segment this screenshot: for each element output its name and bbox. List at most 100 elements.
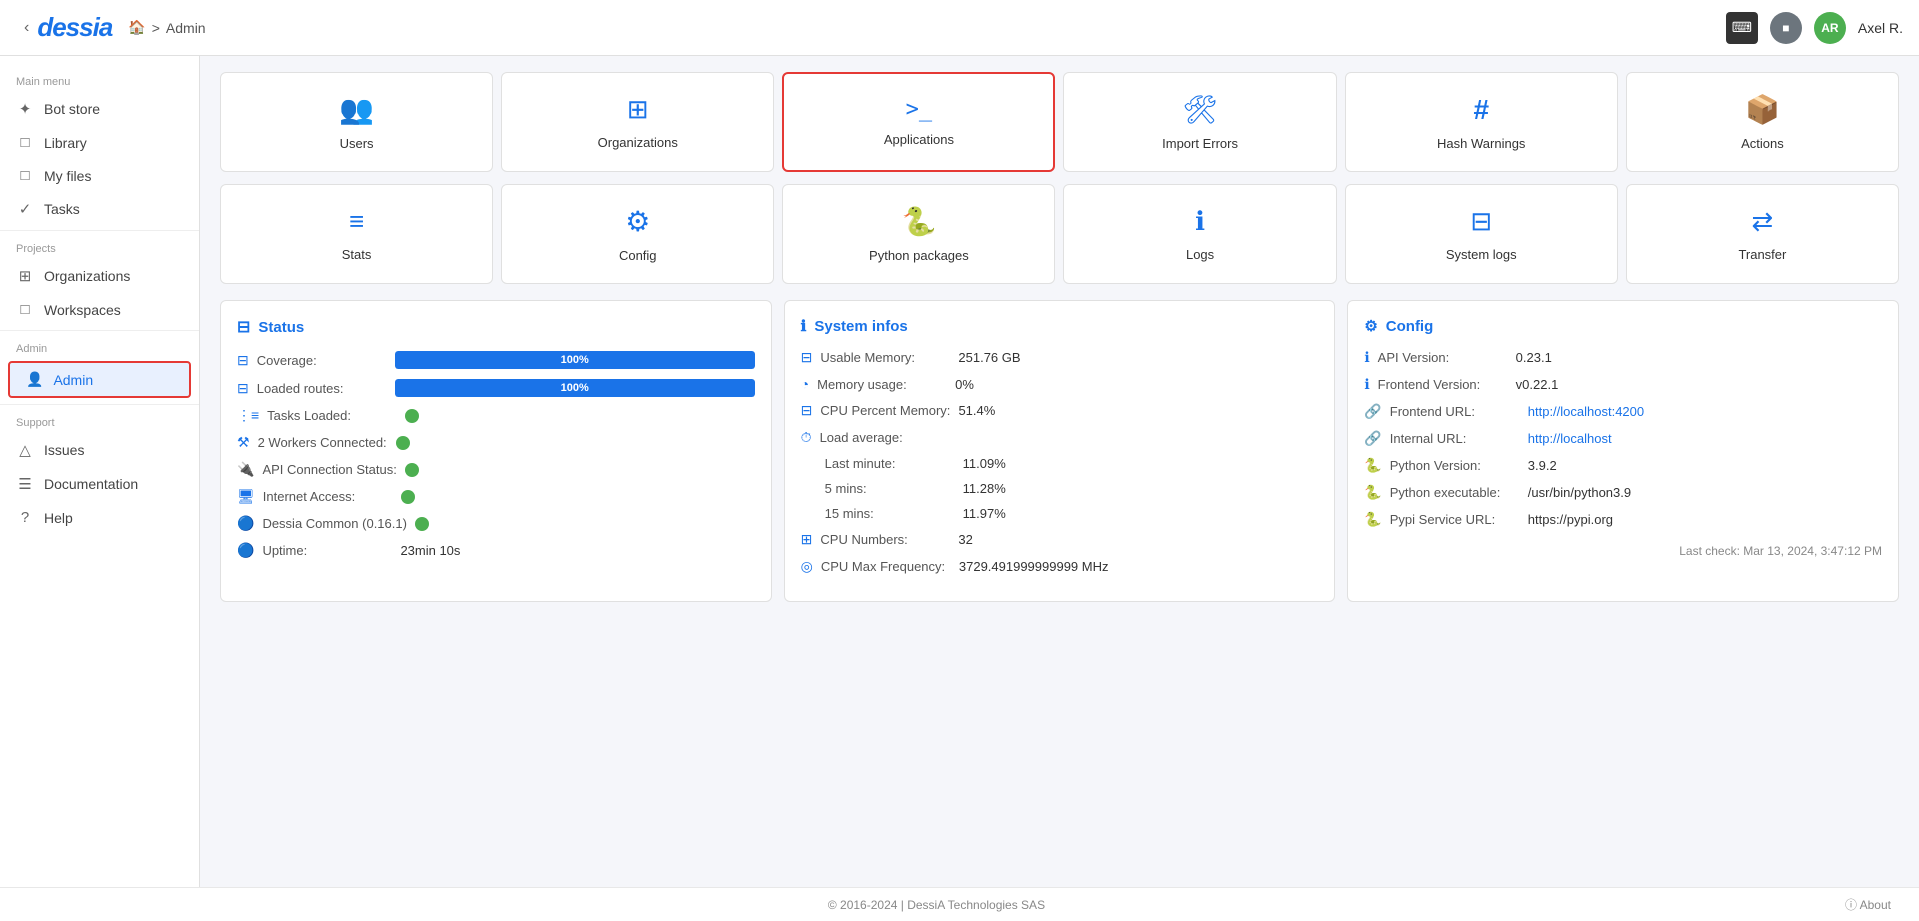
status-loaded-routes-row: ⊟ Loaded routes: 100% (237, 379, 755, 397)
coverage-fill: 100% (395, 351, 755, 369)
load-15min-row: 15 mins: 11.97% (801, 506, 1319, 521)
sidebar-item-help[interactable]: ? Help (0, 501, 199, 534)
cpu-percent-value: 51.4% (958, 403, 995, 418)
status-internet-row: 🖥 Internet Access: (237, 488, 755, 505)
card-hash-warnings[interactable]: # Hash Warnings (1345, 72, 1618, 172)
sidebar-item-library[interactable]: □ Library (0, 126, 199, 159)
sidebar-item-tasks[interactable]: ✓ Tasks (0, 192, 199, 226)
sidebar-item-my-files[interactable]: □ My files (0, 159, 199, 192)
memory-usage-icon: ◔ (801, 376, 809, 392)
card-logs[interactable]: ℹ Logs (1063, 184, 1336, 284)
sidebar-item-organizations[interactable]: ⊞ Organizations (0, 259, 199, 293)
cards-row2: ≡ Stats ⚙ Config 🐍 Python packages ℹ Log… (220, 184, 1899, 284)
cpu-percent-row: ⊟ CPU Percent Memory: 51.4% (801, 402, 1319, 419)
last-check: Last check: Mar 13, 2024, 3:47:12 PM (1364, 544, 1882, 558)
status-panel-icon: ⊟ (237, 317, 250, 337)
sidebar-label-my-files: My files (44, 168, 91, 184)
card-python-packages[interactable]: 🐍 Python packages (782, 184, 1055, 284)
status-uptime-row: 🔵 Uptime: 23min 10s (237, 542, 755, 559)
load-5min-value: 11.28% (963, 481, 1006, 496)
organizations-icon: ⊞ (16, 267, 34, 285)
hash-warnings-card-icon: # (1473, 94, 1489, 126)
loaded-routes-progress: 100% (395, 379, 755, 397)
stats-card-icon: ≡ (349, 206, 364, 237)
loaded-routes-icon: ⊟ (237, 380, 249, 397)
config-panel: ⚙ Config ℹ API Version: 0.23.1 ℹ Fronten… (1347, 300, 1899, 602)
internal-url-value[interactable]: http://localhost (1528, 431, 1612, 446)
sidebar-item-workspaces[interactable]: □ Workspaces (0, 293, 199, 326)
api-status-icon: 🔌 (237, 461, 254, 478)
frontend-version-row: ℹ Frontend Version: v0.22.1 (1364, 376, 1882, 393)
card-transfer[interactable]: ⇄ Transfer (1626, 184, 1899, 284)
organizations-card-label: Organizations (598, 135, 678, 150)
memory-usage-value: 0% (955, 377, 974, 392)
pypi-url-icon: 🐍 (1364, 511, 1381, 528)
card-users[interactable]: 👥 Users (220, 72, 493, 172)
card-organizations[interactable]: ⊞ Organizations (501, 72, 774, 172)
config-panel-title: ⚙ Config (1364, 317, 1882, 335)
api-status-dot (405, 463, 419, 477)
logs-card-label: Logs (1186, 247, 1214, 262)
frontend-url-value[interactable]: http://localhost:4200 (1528, 404, 1644, 419)
pypi-url-label: Pypi Service URL: (1390, 512, 1520, 527)
sidebar-label-bot-store: Bot store (44, 101, 100, 117)
sidebar-label-issues: Issues (44, 442, 84, 458)
status-workers-row: ⚒ 2 Workers Connected: (237, 434, 755, 451)
internet-dot (401, 490, 415, 504)
breadcrumb-current: Admin (166, 20, 206, 36)
pypi-url-value: https://pypi.org (1528, 512, 1613, 527)
keyboard-icon[interactable]: ⌨ (1726, 12, 1758, 44)
internet-label: Internet Access: (263, 489, 393, 504)
sidebar-label-workspaces: Workspaces (44, 302, 121, 318)
frontend-version-icon: ℹ (1364, 376, 1369, 393)
cpu-numbers-label: CPU Numbers: (820, 532, 950, 547)
tasks-loaded-label: Tasks Loaded: (267, 408, 397, 423)
frontend-url-row: 🔗 Frontend URL: http://localhost:4200 (1364, 403, 1882, 420)
transfer-card-icon: ⇄ (1752, 206, 1774, 237)
sidebar-item-documentation[interactable]: ☰ Documentation (0, 467, 199, 501)
workers-icon: ⚒ (237, 434, 250, 451)
api-version-icon: ℹ (1364, 349, 1369, 366)
config-panel-icon: ⚙ (1364, 317, 1377, 335)
user-avatar-green[interactable]: AR (1814, 12, 1846, 44)
card-config[interactable]: ⚙ Config (501, 184, 774, 284)
sidebar-item-bot-store[interactable]: ✦ Bot store (0, 92, 199, 126)
cpu-numbers-icon: ⊞ (801, 531, 813, 548)
sidebar-item-issues[interactable]: △ Issues (0, 433, 199, 467)
card-import-errors[interactable]: 🛠 Import Errors (1063, 72, 1336, 172)
card-stats[interactable]: ≡ Stats (220, 184, 493, 284)
main-menu-label: Main menu (0, 68, 199, 92)
tasks-loaded-dot (405, 409, 419, 423)
cpu-percent-icon: ⊟ (801, 402, 813, 419)
about-link[interactable]: ⓘ About (1845, 896, 1891, 913)
cpu-percent-label: CPU Percent Memory: (820, 403, 950, 418)
tasks-status-icon: ⋮≡ (237, 407, 259, 424)
card-system-logs[interactable]: ⊟ System logs (1345, 184, 1618, 284)
load-5min-label: 5 mins: (825, 481, 955, 496)
card-applications[interactable]: >_ Applications (782, 72, 1055, 172)
api-version-label: API Version: (1378, 350, 1508, 365)
sidebar-item-admin[interactable]: 👤 Admin (8, 361, 191, 398)
applications-card-icon: >_ (906, 97, 933, 122)
python-packages-card-label: Python packages (869, 248, 969, 263)
python-exec-row: 🐍 Python executable: /usr/bin/python3.9 (1364, 484, 1882, 501)
home-icon[interactable]: 🏠 (128, 19, 145, 36)
footer: © 2016-2024 | DessiA Technologies SAS ⓘ … (0, 887, 1919, 921)
top-header: ‹ dessia 🏠 > Admin ⌨ ■ AR Axel R. (0, 0, 1919, 56)
card-actions[interactable]: 📦 Actions (1626, 72, 1899, 172)
status-panel-title: ⊟ Status (237, 317, 755, 337)
memory-icon: ⊟ (801, 349, 813, 366)
load-15min-label: 15 mins: (825, 506, 955, 521)
dessia-common-label: Dessia Common (0.16.1) (262, 516, 407, 531)
back-button[interactable]: ‹ (16, 15, 37, 41)
cpu-numbers-row: ⊞ CPU Numbers: 32 (801, 531, 1319, 548)
copyright: © 2016-2024 | DessiA Technologies SAS (828, 898, 1045, 912)
panels-row: ⊟ Status ⊟ Coverage: 100% ⊟ Loaded route… (220, 300, 1899, 602)
issues-icon: △ (16, 441, 34, 459)
uptime-value: 23min 10s (400, 543, 460, 558)
sidebar-label-help: Help (44, 510, 73, 526)
footer-inner: © 2016-2024 | DessiA Technologies SAS ⓘ … (8, 896, 1911, 913)
internal-url-row: 🔗 Internal URL: http://localhost (1364, 430, 1882, 447)
cpu-freq-icon: ◎ (801, 558, 813, 575)
sidebar: Main menu ✦ Bot store □ Library □ My fil… (0, 56, 200, 887)
